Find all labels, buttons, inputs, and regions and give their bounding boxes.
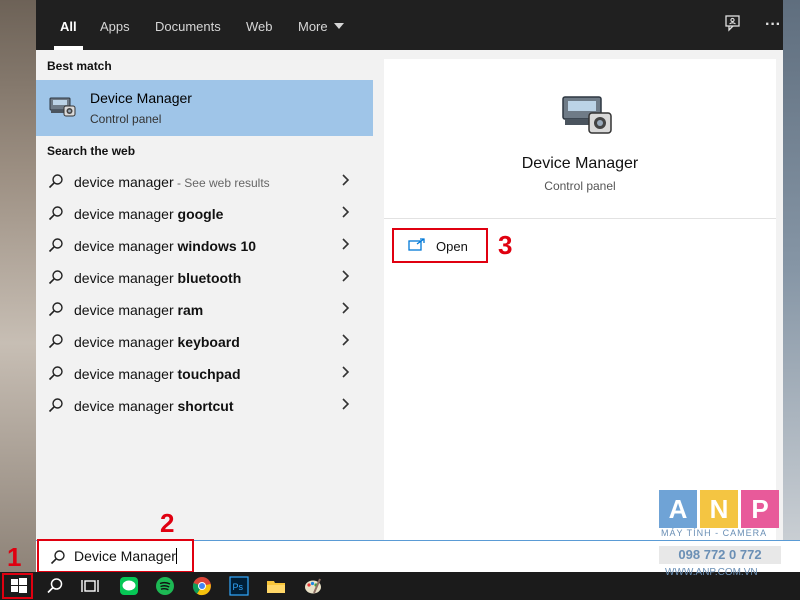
web-suggestion-item[interactable]: device manager windows 10: [36, 230, 373, 262]
best-match-result[interactable]: Device Manager Control panel: [36, 80, 373, 136]
search-highlight-box: [37, 539, 194, 573]
search-icon: [48, 333, 64, 354]
chevron-right-icon[interactable]: [341, 205, 351, 223]
device-manager-large-icon: [559, 87, 617, 150]
chevron-right-icon[interactable]: [341, 365, 351, 383]
feedback-icon[interactable]: [722, 14, 744, 36]
web-suggestion-item[interactable]: device manager shortcut: [36, 390, 373, 422]
detail-subtitle: Control panel: [544, 179, 616, 193]
chevron-right-icon[interactable]: [341, 237, 351, 255]
chrome-icon[interactable]: [192, 576, 212, 596]
web-suggestion-item[interactable]: device manager bluetooth: [36, 262, 373, 294]
chevron-right-icon[interactable]: [341, 397, 351, 415]
web-suggestion-item[interactable]: device manager keyboard: [36, 326, 373, 358]
search-scope-tabs: All Apps Documents Web More ···: [36, 0, 783, 50]
open-icon: [408, 238, 426, 257]
web-suggestion-item[interactable]: device manager google: [36, 198, 373, 230]
search-icon: [48, 237, 64, 258]
open-button-label: Open: [436, 239, 468, 254]
start-highlight-box: [2, 573, 33, 599]
watermark-tagline: MÁY TÍNH - CAMERA: [661, 528, 768, 538]
search-icon: [48, 397, 64, 418]
search-icon: [48, 173, 64, 194]
chevron-down-icon: [333, 23, 344, 29]
watermark-letter-a: A: [659, 490, 697, 528]
suggestion-prefix: device manager: [74, 174, 174, 190]
anp-watermark: A N P MÁY TÍNH - CAMERA 098 772 0 772 WW…: [659, 490, 783, 582]
suggestion-bold: keyboard: [177, 334, 240, 350]
web-suggestion-item[interactable]: device manager - See web results: [36, 166, 373, 198]
suggestion-bold: windows 10: [177, 238, 257, 254]
chevron-right-icon[interactable]: [341, 269, 351, 287]
suggestion-prefix: device manager: [74, 238, 178, 254]
suggestion-prefix: device manager: [74, 334, 178, 350]
web-suggestion-text: device manager keyboard: [74, 334, 240, 350]
step-2-label: 2: [160, 508, 175, 538]
desktop-background-left: [0, 0, 36, 572]
suggestion-prefix: device manager: [74, 366, 178, 382]
spotify-icon[interactable]: [155, 576, 175, 596]
watermark-letter-n: N: [700, 490, 738, 528]
device-manager-icon: [48, 92, 78, 127]
detail-pane: Device Manager Control panel Open: [384, 59, 776, 540]
suggestion-bold: touchpad: [177, 366, 241, 382]
file-explorer-icon[interactable]: [266, 576, 286, 596]
tab-apps[interactable]: Apps: [100, 0, 130, 50]
tab-more-label: More: [298, 19, 328, 34]
web-suggestion-item[interactable]: device manager ram: [36, 294, 373, 326]
chevron-right-icon[interactable]: [341, 333, 351, 351]
suggestion-prefix: device manager: [74, 206, 178, 222]
tab-all[interactable]: All: [54, 0, 83, 50]
search-icon: [48, 365, 64, 386]
search-icon: [48, 269, 64, 290]
suggestion-prefix: device manager: [74, 398, 178, 414]
chevron-right-icon[interactable]: [341, 173, 351, 191]
suggestion-bold: ram: [177, 302, 204, 318]
suggestion-suffix: - See web results: [173, 176, 270, 190]
watermark-letter-p: P: [741, 490, 779, 528]
suggestion-bold: google: [177, 206, 224, 222]
divider: [384, 218, 776, 219]
web-suggestion-item[interactable]: device manager touchpad: [36, 358, 373, 390]
best-match-subtitle: Control panel: [90, 112, 162, 126]
desktop-background-right: [783, 0, 800, 540]
search-panel: All Apps Documents Web More ··· Best mat…: [36, 0, 783, 540]
tab-more[interactable]: More: [298, 0, 344, 50]
suggestion-bold: bluetooth: [177, 270, 242, 286]
svg-text:Ps: Ps: [233, 582, 244, 592]
search-icon: [48, 205, 64, 226]
open-button[interactable]: Open: [392, 228, 488, 263]
web-suggestion-text: device manager google: [74, 206, 223, 222]
photoshop-icon[interactable]: Ps: [229, 576, 249, 596]
watermark-phone: 098 772 0 772: [659, 546, 781, 564]
step-1-label: 1: [7, 542, 22, 572]
web-suggestion-text: device manager shortcut: [74, 398, 234, 414]
chevron-right-icon[interactable]: [341, 301, 351, 319]
tab-documents[interactable]: Documents: [155, 0, 221, 50]
step-3-label: 3: [498, 230, 513, 260]
web-suggestion-text: device manager bluetooth: [74, 270, 241, 286]
web-suggestion-text: device manager - See web results: [74, 174, 270, 190]
search-icon: [48, 301, 64, 322]
watermark-website: WWW.ANP.COM.VN: [665, 567, 758, 578]
results-list: Best match Device Manager Control panel …: [36, 50, 373, 540]
suggestion-prefix: device manager: [74, 302, 178, 318]
best-match-heading: Best match: [47, 59, 112, 73]
paint-icon[interactable]: [303, 576, 323, 596]
web-suggestion-text: device manager ram: [74, 302, 203, 318]
suggestion-prefix: device manager: [74, 270, 178, 286]
web-suggestion-text: device manager touchpad: [74, 366, 241, 382]
suggestion-bold: shortcut: [177, 398, 234, 414]
task-view-icon[interactable]: [80, 576, 100, 596]
web-suggestion-text: device manager windows 10: [74, 238, 256, 254]
more-options-icon[interactable]: ···: [762, 14, 784, 36]
detail-title: Device Manager: [521, 155, 639, 172]
tab-web[interactable]: Web: [246, 0, 273, 50]
line-icon[interactable]: [119, 576, 139, 596]
search-web-heading: Search the web: [47, 144, 136, 158]
best-match-title: Device Manager: [90, 90, 192, 106]
search-icon[interactable]: [45, 576, 65, 596]
